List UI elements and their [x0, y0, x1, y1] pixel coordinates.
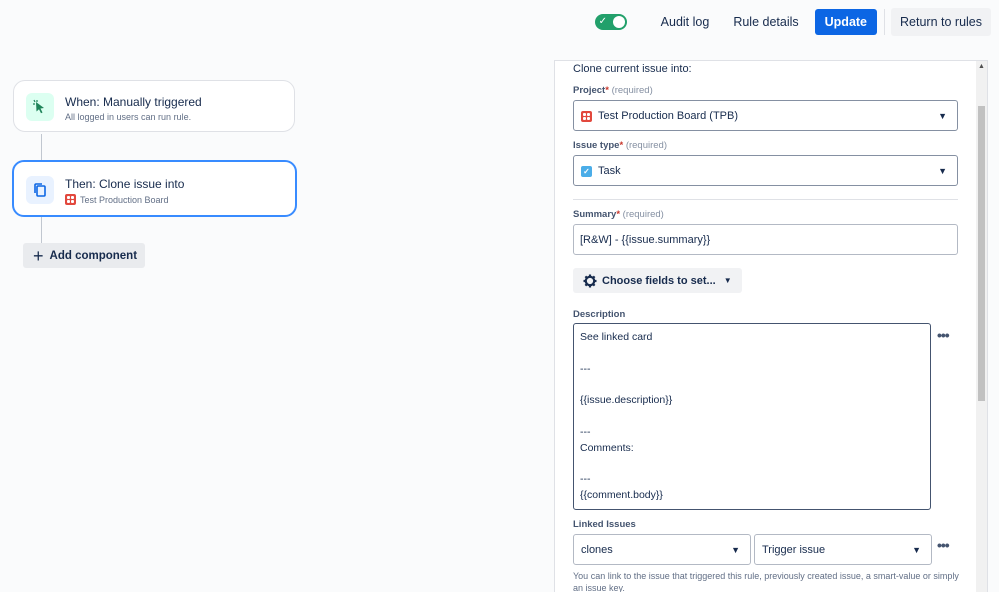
chevron-down-icon: ▼ [723, 276, 732, 285]
scroll-up-icon[interactable]: ▲ [978, 63, 985, 70]
link-target-select[interactable]: Trigger issue ▼ [754, 534, 932, 565]
rule-enabled-toggle[interactable]: ✓ [594, 14, 627, 30]
more-options-icon[interactable]: ••• [937, 327, 950, 343]
top-toolbar: ✓ Audit log Rule details Update Return t… [594, 8, 991, 36]
description-label: Description [573, 309, 626, 320]
description-line: See linked card [580, 331, 653, 343]
link-type-value: clones [581, 544, 613, 556]
choose-fields-button[interactable]: Choose fields to set... ▼ [573, 268, 742, 293]
add-component-label: Add component [49, 249, 138, 262]
trigger-title: When: Manually triggered [65, 95, 202, 109]
chevron-down-icon: ▼ [938, 111, 947, 121]
action-node[interactable]: Then: Clone issue into Test Production B… [12, 160, 297, 217]
project-icon [581, 110, 592, 122]
copy-icon [26, 176, 54, 204]
gear-icon [583, 274, 597, 288]
trigger-subtitle: All logged in users can run rule. [65, 112, 191, 122]
linked-issues-label: Linked Issues [573, 519, 636, 530]
choose-fields-label: Choose fields to set... [602, 274, 716, 287]
trigger-node[interactable]: When: Manually triggered All logged in u… [13, 80, 295, 132]
issue-type-select[interactable]: ✓ Task ▼ [573, 155, 958, 186]
panel-heading: Clone current issue into: [573, 63, 692, 75]
project-value: Test Production Board (TPB) [581, 110, 738, 122]
project-label: Project* (required) [573, 85, 653, 96]
add-component-button[interactable]: + Add component [23, 243, 145, 268]
return-to-rules-button[interactable]: Return to rules [891, 8, 991, 36]
project-select[interactable]: Test Production Board (TPB) ▼ [573, 100, 958, 131]
action-subtitle-text: Test Production Board [80, 194, 169, 205]
check-icon: ✓ [598, 16, 608, 27]
description-line: {{issue.description}} [580, 394, 673, 406]
audit-log-link[interactable]: Audit log [649, 8, 722, 36]
required-mark: * [616, 209, 621, 220]
linked-issues-help: You can link to the issue that triggered… [573, 571, 959, 592]
summary-label: Summary* (required) [573, 209, 664, 220]
required-mark: * [605, 85, 609, 96]
flow-connector [41, 217, 42, 244]
action-title: Then: Clone issue into [65, 177, 185, 191]
flow-connector [41, 134, 42, 161]
action-subtitle: Test Production Board [65, 194, 169, 205]
summary-value: [R&W] - {{issue.summary}} [580, 234, 710, 246]
project-label-text: Project [573, 85, 606, 96]
chevron-down-icon: ▼ [731, 545, 740, 555]
summary-input[interactable]: [R&W] - {{issue.summary}} [573, 224, 958, 255]
required-hint: (required) [625, 140, 667, 151]
required-hint: (required) [622, 209, 664, 220]
issue-type-label: Issue type* (required) [573, 140, 667, 151]
panel-scrollbar[interactable]: ▲ [976, 61, 987, 592]
description-line: {{comment.body}} [580, 489, 663, 501]
update-button[interactable]: Update [814, 9, 878, 35]
required-mark: * [619, 140, 624, 151]
description-textarea[interactable]: See linked card --- {{issue.description}… [573, 323, 931, 510]
chevron-down-icon: ▼ [912, 545, 921, 555]
toggle-knob [612, 16, 625, 28]
required-hint: (required) [611, 85, 653, 96]
plus-icon: + [33, 245, 44, 266]
task-check-icon: ✓ [581, 165, 592, 177]
cursor-click-icon [26, 93, 54, 121]
link-type-text: clones [581, 544, 613, 556]
more-options-icon[interactable]: ••• [937, 537, 950, 553]
link-type-select[interactable]: clones ▼ [573, 534, 751, 565]
issue-type-label-text: Issue type [573, 140, 620, 151]
scrollbar-thumb[interactable] [978, 106, 985, 401]
project-value-text: Test Production Board (TPB) [598, 110, 739, 122]
link-target-text: Trigger issue [762, 544, 826, 556]
summary-value-text: [R&W] - {{issue.summary}} [580, 234, 711, 246]
trigger-subtitle-text: All logged in users can run rule. [65, 112, 192, 122]
component-config-panel: Clone current issue into: Project* (requ… [554, 60, 988, 592]
issue-type-value: ✓ Task [581, 165, 621, 177]
issue-type-value-text: Task [598, 165, 621, 177]
description-line: --- [580, 363, 591, 375]
rule-details-link[interactable]: Rule details [721, 8, 810, 36]
description-line: --- [580, 426, 591, 438]
chevron-down-icon: ▼ [938, 166, 947, 176]
link-target-value: Trigger issue [762, 544, 825, 556]
summary-label-text: Summary [573, 209, 617, 220]
toolbar-divider [884, 9, 886, 35]
description-line: Comments: [580, 442, 634, 454]
description-line: --- [580, 473, 591, 485]
section-divider [573, 199, 958, 200]
project-icon [65, 194, 76, 205]
